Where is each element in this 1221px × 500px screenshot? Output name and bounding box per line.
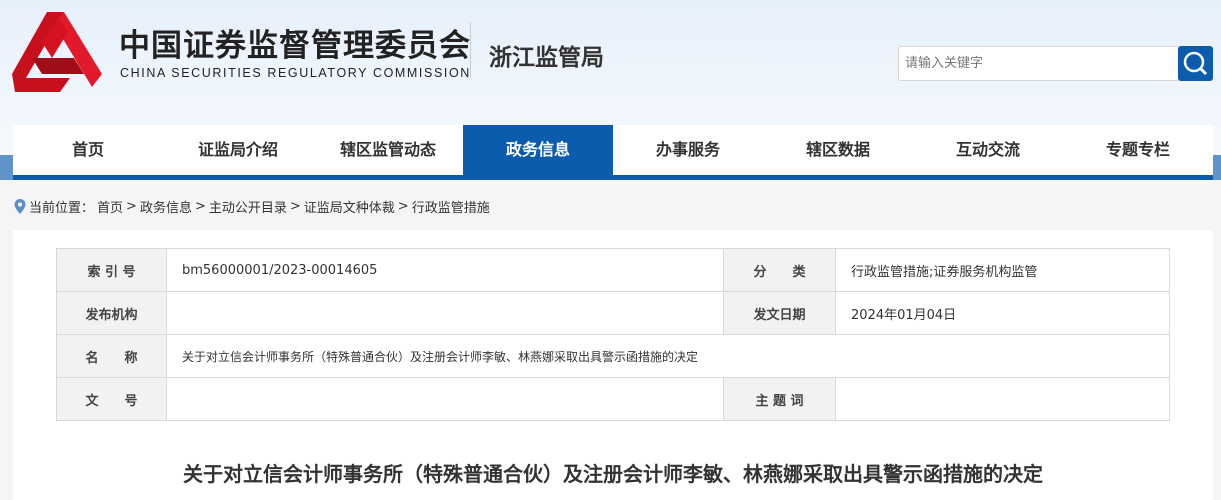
nav-gov-info[interactable]: 政务信息 — [463, 125, 613, 175]
breadcrumb-label: 当前位置： — [29, 201, 95, 216]
document-meta-table: 索 引 号 bm56000001/2023-00014605 分 类行政监管措施;证… — [56, 248, 1170, 421]
bureau-name: 浙江监管局 — [489, 45, 604, 71]
nav-data[interactable]: 辖区数据 — [763, 125, 913, 175]
nav-services[interactable]: 办事服务 — [613, 125, 763, 175]
search-button[interactable] — [1178, 46, 1213, 81]
name-label: 名 称 — [56, 334, 167, 378]
search-icon — [1183, 51, 1208, 76]
docno-value — [166, 377, 724, 421]
publisher-value — [166, 291, 724, 335]
nav-interaction[interactable]: 互动交流 — [913, 125, 1063, 175]
breadcrumb: 当前位置： 首页 > 政务信息 > 主动公开目录 > 证监局文种体裁 > 行政监管措施 — [14, 197, 490, 216]
breadcrumb-sep: > — [289, 199, 301, 214]
csrc-logo[interactable] — [12, 12, 102, 92]
nav-home[interactable]: 首页 — [13, 125, 163, 175]
publisher-label: 发布机构 — [56, 291, 167, 335]
name-value: 关于对立信会计师事务所（特殊普通合伙）及注册会计师李敏、林燕娜采取出具警示函措施… — [166, 334, 1170, 378]
index-value: bm56000001/2023-00014605 — [166, 248, 724, 292]
divider — [470, 22, 471, 78]
breadcrumb-current[interactable]: 行政监管措施 — [412, 197, 490, 216]
docno-label: 文 号 — [56, 377, 167, 421]
breadcrumb-home[interactable]: 首页 — [97, 197, 123, 216]
category-value: 行政监管措施;证券服务机构监管 — [835, 248, 1170, 292]
breadcrumb-catalog[interactable]: 主动公开目录 — [209, 197, 287, 216]
keywords-value — [835, 377, 1170, 421]
site-title: 中国证券监督管理委员会 — [119, 28, 471, 64]
site-title-en: CHINA SECURITIES REGULATORY COMMISSION — [120, 66, 471, 80]
breadcrumb-sep: > — [194, 199, 206, 214]
main-nav: 首页 证监局介绍 辖区监管动态 政务信息 办事服务 辖区数据 互动交流 专题专栏 — [13, 125, 1213, 180]
content-panel: 索 引 号 bm56000001/2023-00014605 分 类行政监管措施;证… — [13, 230, 1213, 500]
breadcrumb-doc-type[interactable]: 证监局文种体裁 — [304, 197, 395, 216]
category-label: 分 类 — [723, 248, 836, 292]
search-input[interactable]: 请输入关键字 — [898, 46, 1180, 81]
breadcrumb-gov-info[interactable]: 政务信息 — [140, 197, 192, 216]
breadcrumb-sep: > — [397, 199, 409, 214]
article-title: 关于对立信会计师事务所（特殊普通合伙）及注册会计师李敏、林燕娜采取出具警示函措施… — [183, 462, 1043, 486]
nav-regional-news[interactable]: 辖区监管动态 — [313, 125, 463, 175]
location-pin-icon — [14, 199, 26, 214]
date-value: 2024年01月04日 — [835, 291, 1170, 335]
keywords-label: 主 题 词 — [723, 377, 836, 421]
index-label: 索 引 号 — [56, 248, 167, 292]
date-label: 发文日期 — [723, 291, 836, 335]
nav-about[interactable]: 证监局介绍 — [163, 125, 313, 175]
breadcrumb-sep: > — [126, 199, 137, 214]
nav-topics[interactable]: 专题专栏 — [1063, 125, 1213, 175]
